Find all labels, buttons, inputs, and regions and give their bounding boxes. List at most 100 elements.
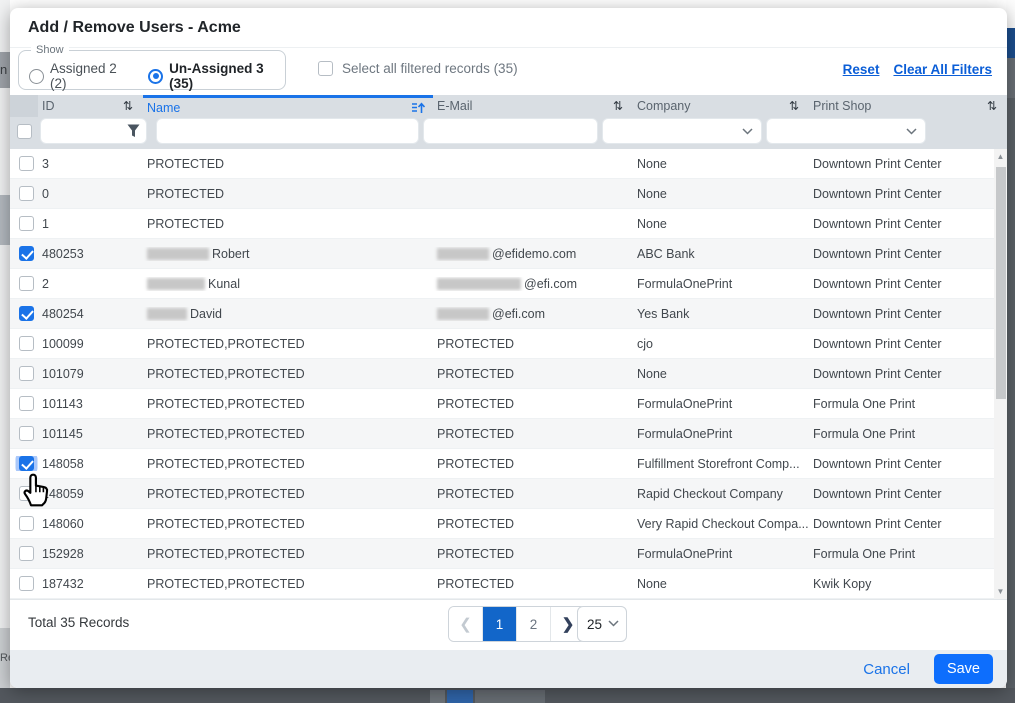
cell-company: FormulaOnePrint: [633, 397, 809, 411]
cell-email: PROTECTED: [433, 517, 633, 531]
dialog-title: Add / Remove Users - Acme: [10, 8, 1007, 48]
row-checkbox[interactable]: [19, 306, 34, 321]
id-filter-input[interactable]: [40, 118, 147, 144]
radio-unassigned-label: Un-Assigned 3 (35): [169, 61, 285, 91]
cell-print-shop: Downtown Print Center: [809, 367, 1007, 381]
add-remove-users-dialog: Add / Remove Users - Acme Show Assigned …: [10, 8, 1007, 688]
table-row[interactable]: 2 Kunal @efi.com FormulaOnePrint Downtow…: [10, 269, 1007, 299]
backdrop-block: [1006, 58, 1015, 98]
cell-print-shop: Formula One Print: [809, 427, 1007, 441]
row-checkbox[interactable]: [19, 486, 34, 501]
radio-checked-icon[interactable]: [148, 69, 163, 84]
header-company[interactable]: Company ⇅: [633, 95, 809, 117]
table-row[interactable]: 101145 PROTECTED,PROTECTED PROTECTED For…: [10, 419, 1007, 449]
header-id[interactable]: ID ⇅: [38, 95, 143, 117]
cell-id: 101143: [38, 397, 143, 411]
cancel-button[interactable]: Cancel: [863, 661, 910, 678]
cell-company: None: [633, 187, 809, 201]
row-checkbox[interactable]: [19, 516, 34, 531]
funnel-filter-icon[interactable]: [127, 124, 140, 138]
row-checkbox[interactable]: [19, 366, 34, 381]
redacted-text: [147, 308, 187, 320]
scroll-up-icon[interactable]: ▲: [994, 149, 1007, 164]
row-checkbox[interactable]: [19, 216, 34, 231]
cell-name: PROTECTED,PROTECTED: [143, 397, 433, 411]
redacted-text: [147, 278, 205, 290]
scroll-down-icon[interactable]: ▼: [994, 584, 1007, 599]
backdrop-block: [1006, 0, 1015, 28]
radio-unchecked-icon[interactable]: [29, 69, 44, 84]
save-button[interactable]: Save: [934, 654, 993, 684]
table-row[interactable]: 148060 PROTECTED,PROTECTED PROTECTED Ver…: [10, 509, 1007, 539]
cell-name: PROTECTED,PROTECTED: [143, 487, 433, 501]
print-shop-filter-select[interactable]: [766, 118, 926, 144]
backdrop-header-fragment: [1006, 28, 1015, 58]
table-row[interactable]: 100099 PROTECTED,PROTECTED PROTECTED cjo…: [10, 329, 1007, 359]
cell-company: FormulaOnePrint: [633, 277, 809, 291]
table-row[interactable]: 0 PROTECTED None Downtown Print Center: [10, 179, 1007, 209]
header-email[interactable]: E-Mail ⇅: [433, 95, 633, 117]
company-filter-select[interactable]: [602, 118, 762, 144]
table-scrollbar[interactable]: ▲ ▼: [994, 149, 1007, 599]
sort-ascending-icon[interactable]: [411, 102, 425, 114]
sort-icon[interactable]: ⇅: [789, 99, 799, 113]
table-row[interactable]: 152928 PROTECTED,PROTECTED PROTECTED For…: [10, 539, 1007, 569]
table-row[interactable]: 480253 Robert @efidemo.com ABC Bank Down…: [10, 239, 1007, 269]
table-header-row: ID ⇅ Name E-Mail ⇅ Company ⇅ Print Shop: [10, 95, 1007, 117]
reset-link[interactable]: Reset: [843, 62, 880, 77]
cell-print-shop: Kwik Kopy: [809, 577, 1007, 591]
cell-company: None: [633, 217, 809, 231]
select-all-checkbox[interactable]: [318, 61, 333, 76]
table-row[interactable]: 101143 PROTECTED,PROTECTED PROTECTED For…: [10, 389, 1007, 419]
page-size-select[interactable]: 25: [577, 606, 627, 642]
cell-email: PROTECTED: [433, 427, 633, 441]
cell-name: PROTECTED,PROTECTED: [143, 367, 433, 381]
sort-icon[interactable]: ⇅: [613, 99, 623, 113]
header-name[interactable]: Name: [143, 95, 433, 117]
select-page-checkbox[interactable]: [17, 124, 32, 139]
table-row[interactable]: 480254 David @efi.com Yes Bank Downtown …: [10, 299, 1007, 329]
sort-icon[interactable]: ⇅: [987, 99, 997, 113]
select-all-label: Select all filtered records (35): [342, 61, 518, 76]
page-2-button[interactable]: 2: [517, 607, 551, 641]
table-row[interactable]: 148058 PROTECTED,PROTECTED PROTECTED Ful…: [10, 449, 1007, 479]
scrollbar-thumb[interactable]: [996, 167, 1006, 399]
row-checkbox[interactable]: [19, 246, 34, 261]
cell-email: PROTECTED: [433, 397, 633, 411]
header-print-shop[interactable]: Print Shop ⇅: [809, 95, 1007, 117]
row-checkbox[interactable]: [19, 546, 34, 561]
radio-assigned[interactable]: Assigned 2 (2): [29, 61, 132, 91]
cell-name: PROTECTED,PROTECTED: [143, 547, 433, 561]
row-checkbox[interactable]: [19, 186, 34, 201]
table-row[interactable]: 148059 PROTECTED,PROTECTED PROTECTED Rap…: [10, 479, 1007, 509]
email-filter-input[interactable]: [423, 118, 598, 144]
table-row[interactable]: 101079 PROTECTED,PROTECTED PROTECTED Non…: [10, 359, 1007, 389]
row-checkbox[interactable]: [19, 576, 34, 591]
select-all-filtered[interactable]: Select all filtered records (35): [318, 61, 518, 76]
table-row[interactable]: 3 PROTECTED None Downtown Print Center: [10, 149, 1007, 179]
sort-icon[interactable]: ⇅: [123, 99, 133, 113]
row-checkbox[interactable]: [19, 426, 34, 441]
cell-name: PROTECTED: [143, 217, 433, 231]
radio-unassigned[interactable]: Un-Assigned 3 (35): [148, 61, 285, 91]
table-row[interactable]: 187432 PROTECTED,PROTECTED PROTECTED Non…: [10, 569, 1007, 599]
clear-all-filters-link[interactable]: Clear All Filters: [893, 62, 992, 77]
row-checkbox[interactable]: [19, 276, 34, 291]
row-checkbox[interactable]: [19, 456, 34, 471]
cell-company: Rapid Checkout Company: [633, 487, 809, 501]
row-checkbox[interactable]: [19, 396, 34, 411]
cell-name: PROTECTED: [143, 157, 433, 171]
page-backdrop-bottom: [0, 688, 1015, 703]
row-checkbox[interactable]: [19, 156, 34, 171]
cell-print-shop: Formula One Print: [809, 547, 1007, 561]
cell-print-shop: Downtown Print Center: [809, 457, 1007, 471]
cell-id: 187432: [38, 577, 143, 591]
row-checkbox[interactable]: [19, 336, 34, 351]
cell-id: 101145: [38, 427, 143, 441]
table-row[interactable]: 1 PROTECTED None Downtown Print Center: [10, 209, 1007, 239]
prev-page-button[interactable]: ❮: [449, 607, 483, 641]
page-1-button[interactable]: 1: [483, 607, 517, 641]
cell-email: @efi.com: [433, 277, 633, 291]
name-filter-input[interactable]: [156, 118, 419, 144]
cell-company: FormulaOnePrint: [633, 427, 809, 441]
